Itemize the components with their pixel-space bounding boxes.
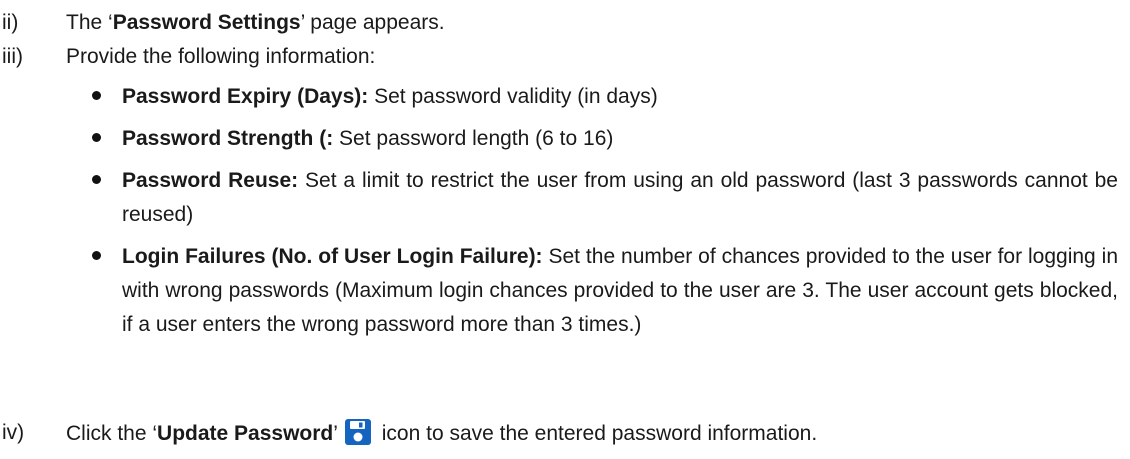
step-iv: iv) Click the ‘Update Password’ icon to … xyxy=(0,418,817,449)
field-description: Set password length (6 to 16) xyxy=(333,127,614,150)
field-label: Password Strength (: xyxy=(122,127,334,150)
step-text-pre: The ‘ xyxy=(66,11,113,34)
field-label: Login Failures (No. of User Login Failur… xyxy=(122,245,543,268)
bullet-dot xyxy=(88,122,122,156)
step-number: ii) xyxy=(2,11,19,34)
step-text-quote: ’ xyxy=(333,422,338,445)
step-text-pre: Click the ‘ xyxy=(66,422,158,445)
field-label: Password Reuse: xyxy=(122,169,299,192)
step-ii: ii) The ‘Password Settings’ page appears… xyxy=(0,8,445,38)
field-description: Set password validity (in days) xyxy=(368,85,658,108)
step-iii: iii) Provide the following information: xyxy=(0,42,375,72)
field-label: Password Expiry (Days): xyxy=(122,85,369,108)
button-name: Update Password xyxy=(157,422,334,445)
bullet-dot xyxy=(88,240,122,342)
document-page: ii) The ‘Password Settings’ page appears… xyxy=(0,0,1130,459)
step-text-post: ’ page appears. xyxy=(300,11,445,34)
list-item: Password Expiry (Days): Set password val… xyxy=(88,80,1118,114)
step-number: iii) xyxy=(2,45,23,68)
save-icon xyxy=(344,418,372,446)
bullet-dot xyxy=(88,164,122,232)
step-text-post: icon to save the entered password inform… xyxy=(375,422,818,445)
page-name: Password Settings xyxy=(112,11,301,34)
step-text: Provide the following information: xyxy=(66,45,376,68)
bullet-dot xyxy=(88,80,122,114)
step-number: iv) xyxy=(2,421,25,444)
list-item: Password Reuse: Set a limit to restrict … xyxy=(88,164,1118,232)
step-text: Click the ‘Update Password’ icon to save… xyxy=(66,418,817,449)
step-text: The ‘Password Settings’ page appears. xyxy=(66,8,445,38)
bullet-list: Password Expiry (Days): Set password val… xyxy=(88,80,1118,350)
list-item: Password Strength (: Set password length… xyxy=(88,122,1118,156)
list-item: Login Failures (No. of User Login Failur… xyxy=(88,240,1118,342)
